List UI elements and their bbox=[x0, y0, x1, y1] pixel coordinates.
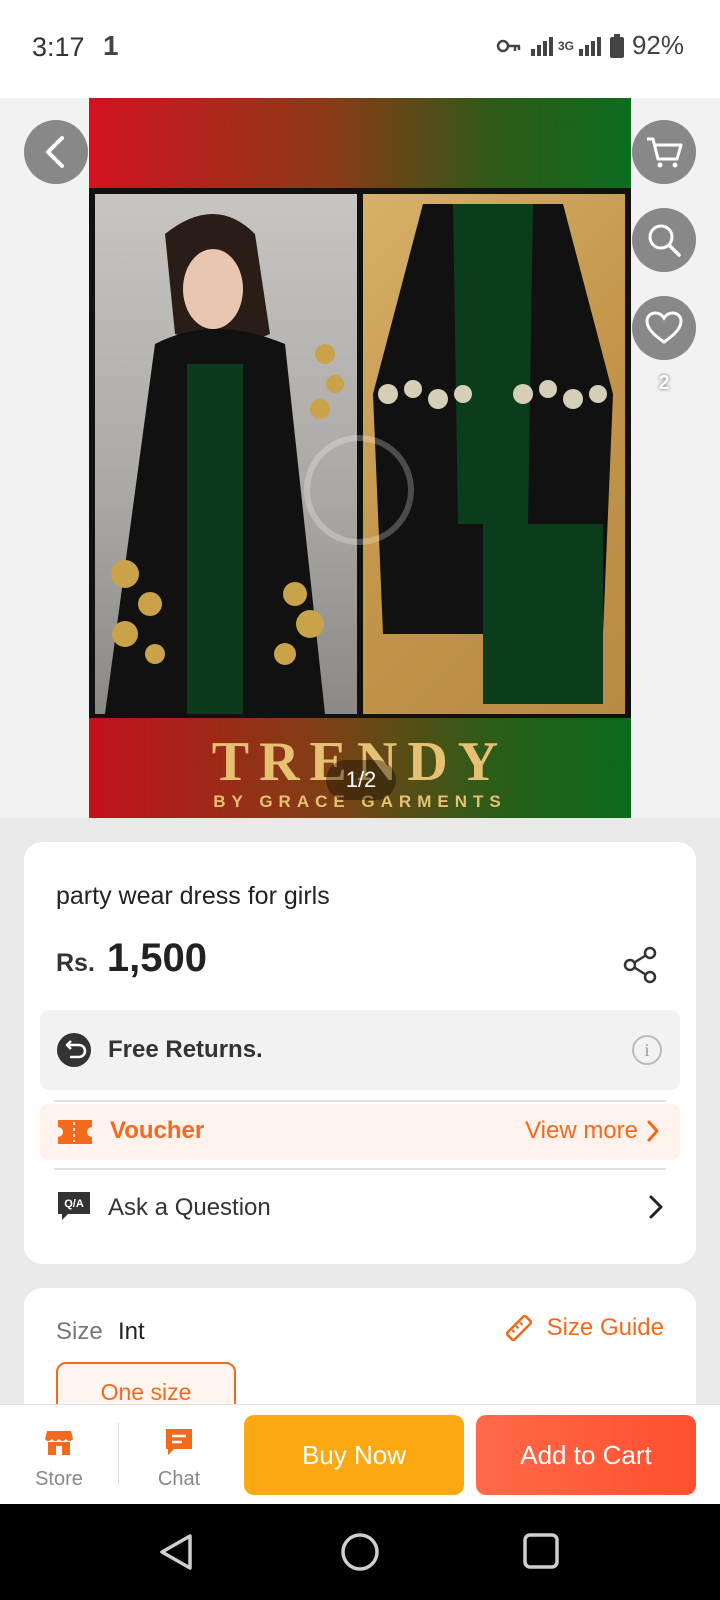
price-row: Rs. 1,500 bbox=[56, 936, 207, 981]
image-banner-top bbox=[89, 98, 631, 188]
return-arrow-icon bbox=[57, 1033, 91, 1067]
share-icon bbox=[623, 946, 657, 984]
search-button[interactable] bbox=[632, 208, 696, 272]
notification-indicator: 1 bbox=[103, 30, 119, 61]
favorite-count: 2 bbox=[658, 372, 670, 394]
battery-icon bbox=[609, 33, 624, 58]
ask-question-row[interactable]: Q/A Ask a Question bbox=[56, 1188, 664, 1228]
product-info-card: party wear dress for girls Rs. 1,500 Fre… bbox=[24, 842, 696, 1264]
share-button[interactable] bbox=[622, 946, 658, 989]
battery-percent: 92% bbox=[631, 30, 684, 60]
info-icon[interactable]: i bbox=[632, 1035, 662, 1065]
buy-now-button[interactable]: Buy Now bbox=[244, 1415, 464, 1495]
product-gallery[interactable]: TRENDY BY GRACE GARMENTS 1/2 bbox=[0, 98, 720, 818]
store-button[interactable]: Store bbox=[14, 1427, 104, 1491]
divider bbox=[54, 1168, 666, 1170]
product-image[interactable]: TRENDY BY GRACE GARMENTS bbox=[89, 98, 631, 818]
chevron-left-icon bbox=[46, 136, 64, 168]
key-icon bbox=[496, 39, 521, 52]
favorite-button[interactable] bbox=[632, 296, 696, 360]
price-currency: Rs. bbox=[56, 949, 95, 977]
heart-icon bbox=[645, 311, 683, 344]
size-guide-label: Size Guide bbox=[546, 1314, 664, 1341]
status-bar: 3:17 1 3G 92% bbox=[0, 0, 720, 98]
garment-photo bbox=[363, 194, 625, 714]
image-counter: 1/2 bbox=[326, 760, 396, 800]
signal-icon bbox=[530, 36, 553, 56]
garment-illustration bbox=[373, 204, 613, 704]
voucher-label: Voucher bbox=[110, 1117, 205, 1144]
cart-button[interactable] bbox=[632, 120, 696, 184]
signal-icon-2 bbox=[578, 36, 601, 56]
qa-icon: Q/A bbox=[58, 1192, 90, 1220]
back-button[interactable] bbox=[24, 120, 88, 184]
view-more-link[interactable]: View more bbox=[525, 1117, 660, 1145]
bottom-action-bar: Store Chat Buy Now Add to Cart bbox=[0, 1404, 720, 1504]
chevron-right-icon bbox=[649, 1195, 663, 1219]
ask-question-label: Ask a Question bbox=[108, 1194, 271, 1221]
store-icon bbox=[45, 1431, 73, 1455]
action-separator bbox=[118, 1423, 119, 1485]
size-system: Int bbox=[118, 1318, 145, 1345]
qa-badge-text: Q/A bbox=[64, 1198, 84, 1210]
network-type: 3G bbox=[557, 38, 574, 53]
chevron-right-icon bbox=[647, 1120, 659, 1142]
product-title: party wear dress for girls bbox=[56, 882, 330, 910]
system-nav-bar bbox=[0, 1504, 720, 1600]
chat-label: Chat bbox=[157, 1468, 201, 1490]
store-label: Store bbox=[35, 1468, 83, 1490]
status-icons: 3G 92% bbox=[496, 30, 684, 61]
divider bbox=[54, 1100, 666, 1102]
free-returns-row[interactable]: Free Returns. i bbox=[40, 1010, 680, 1090]
chat-icon bbox=[166, 1429, 192, 1455]
voucher-row[interactable]: Voucher View more bbox=[40, 1104, 680, 1160]
nav-back-icon[interactable] bbox=[158, 1532, 194, 1572]
add-to-cart-button[interactable]: Add to Cart bbox=[476, 1415, 696, 1495]
voucher-icon bbox=[58, 1120, 92, 1144]
size-label: Size bbox=[56, 1318, 103, 1345]
cart-icon bbox=[647, 137, 683, 168]
chat-button[interactable]: Chat bbox=[134, 1427, 224, 1491]
price-value: 1,500 bbox=[106, 936, 208, 980]
nav-recents-icon[interactable] bbox=[522, 1532, 560, 1570]
search-icon bbox=[648, 224, 681, 257]
free-returns-label: Free Returns. bbox=[108, 1036, 263, 1063]
model-photo bbox=[95, 194, 357, 714]
ruler-icon bbox=[505, 1314, 532, 1342]
nav-home-icon[interactable] bbox=[340, 1532, 380, 1572]
status-time: 3:17 bbox=[32, 32, 85, 62]
model-illustration bbox=[105, 214, 344, 714]
view-more-label: View more bbox=[525, 1117, 638, 1144]
size-guide-link[interactable]: Size Guide bbox=[503, 1312, 664, 1344]
